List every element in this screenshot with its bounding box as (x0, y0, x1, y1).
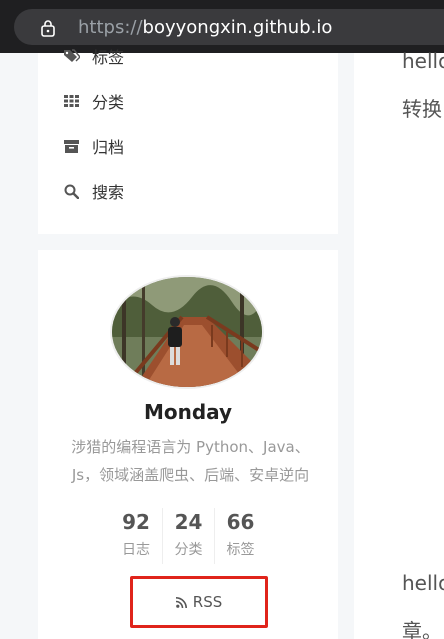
avatar[interactable] (110, 275, 264, 389)
site-stats: 92 日志 24 分类 66 标签 (38, 508, 338, 564)
lock-icon (41, 20, 55, 37)
url-host: boyyongxin.github.io (142, 17, 333, 38)
stat-count: 66 (226, 510, 255, 534)
menu-item-tags[interactable]: 标签 (63, 43, 124, 69)
menu-item-label: 标签 (92, 48, 125, 67)
rss-label: RSS (192, 593, 223, 611)
post-excerpt-line: 章。 (402, 619, 442, 639)
rss-link[interactable]: RSS (130, 576, 268, 628)
tags-icon (63, 48, 80, 65)
menu-item-archives[interactable]: 归档 (63, 133, 124, 159)
stat-label: 标签 (226, 542, 255, 558)
stat-count: 92 (122, 510, 150, 534)
url-protocol: https:// (78, 17, 143, 38)
th-icon (63, 93, 80, 110)
stat-categories[interactable]: 24 分类 (162, 508, 214, 564)
stat-label: 日志 (122, 542, 150, 558)
menu-item-search[interactable]: 搜索 (63, 178, 124, 204)
author-name: Monday (143, 400, 233, 424)
main-content: hello 转换 hello 章。 (354, 49, 444, 639)
menu-item-label: 分类 (92, 93, 125, 112)
menu-item-label: 搜索 (92, 183, 125, 202)
menu-item-categories[interactable]: 分类 (63, 88, 124, 114)
stat-count: 24 (174, 510, 203, 534)
menu-item-label: 归档 (92, 138, 125, 157)
url-text[interactable]: https://boyyongxin.github.io (78, 16, 332, 40)
author-description: 涉猎的编程语言为 Python、Java、Js，领域涵盖爬虫、后端、安卓逆向 (71, 438, 310, 484)
sidebar-menu: 标签 分类 归档 搜索 (38, 48, 338, 234)
author-profile: Monday 涉猎的编程语言为 Python、Java、Js，领域涵盖爬虫、后端… (38, 250, 338, 639)
post-excerpt-line: hello (402, 49, 444, 73)
post-excerpt-line: 转换 (402, 97, 442, 121)
stat-posts[interactable]: 92 日志 (110, 508, 162, 564)
stat-label: 分类 (174, 542, 203, 558)
rss-icon (175, 596, 187, 608)
search-icon (63, 183, 80, 200)
stat-tags[interactable]: 66 标签 (214, 508, 266, 564)
post-excerpt-line: hello (402, 571, 444, 595)
archive-icon (63, 138, 80, 155)
